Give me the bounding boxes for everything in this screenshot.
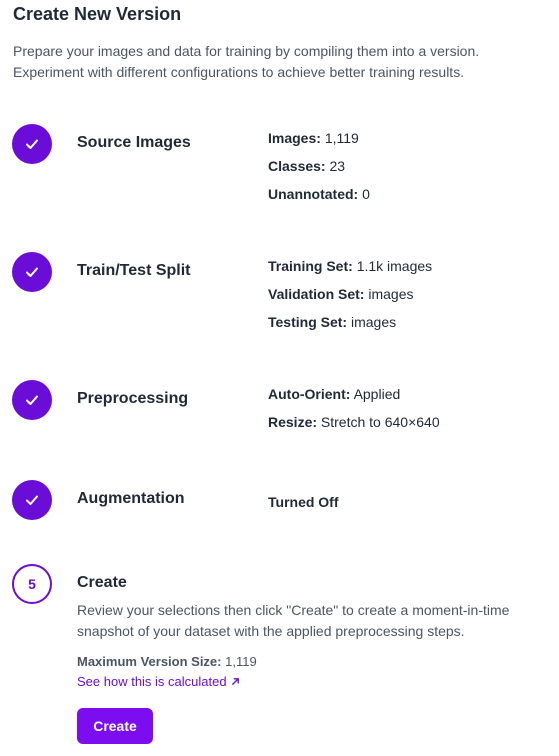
step-title: Create	[77, 574, 127, 591]
step-details: Training Set: 1.1k images Validation Set…	[268, 257, 432, 341]
step-details: Auto-Orient: Applied Resize: Stretch to …	[268, 385, 440, 441]
check-icon	[26, 267, 38, 277]
detail-key: Testing Set:	[268, 314, 348, 330]
detail-row: Classes: 23	[268, 157, 370, 185]
detail-key: Training Set:	[268, 258, 353, 274]
check-icon	[26, 395, 38, 405]
detail-value: Applied	[353, 386, 401, 402]
step-title: Train/Test Split	[77, 262, 191, 279]
step-complete-badge	[12, 380, 52, 420]
step-complete-badge	[12, 480, 52, 520]
create-button[interactable]: Create	[77, 708, 153, 744]
step-complete-badge	[12, 252, 52, 292]
see-how-calculated-link[interactable]: See how this is calculated	[77, 674, 241, 689]
detail-row: Resize: Stretch to 640×640	[268, 413, 440, 441]
step-number-badge: 5	[12, 564, 52, 604]
page-description: Prepare your images and data for trainin…	[13, 43, 480, 80]
detail-value: 23	[329, 158, 346, 174]
link-label: See how this is calculated	[77, 674, 227, 689]
detail-key: Validation Set:	[268, 286, 365, 302]
detail-row: Testing Set: images	[268, 313, 432, 341]
step-details: Images: 1,119 Classes: 23 Unannotated: 0	[268, 129, 370, 213]
detail-row: Training Set: 1.1k images	[268, 257, 432, 285]
step-title: Augmentation	[77, 490, 185, 507]
step-details: Turned Off	[268, 493, 339, 521]
external-arrow-icon	[232, 678, 240, 685]
detail-value: 1.1k images	[356, 258, 433, 274]
detail-row: Unannotated: 0	[268, 185, 370, 213]
detail-value: Stretch to 640×640	[320, 414, 440, 430]
max-size-value: 1,119	[225, 654, 257, 669]
step-complete-badge	[12, 124, 52, 164]
detail-row: Validation Set: images	[268, 285, 432, 313]
step-number: 5	[28, 576, 36, 592]
page-title: Create New Version	[13, 4, 182, 24]
detail-row: Images: 1,119	[268, 129, 370, 157]
detail-key: Resize:	[268, 414, 318, 430]
step-title: Source Images	[77, 134, 191, 151]
detail-value: images	[350, 314, 397, 330]
augmentation-status: Turned Off	[268, 494, 339, 510]
detail-key: Auto-Orient:	[268, 386, 351, 402]
detail-key: Classes:	[268, 158, 326, 174]
max-version-size: Maximum Version Size: 1,119	[77, 654, 257, 669]
create-description: Review your selections then click "Creat…	[77, 602, 510, 639]
max-size-label: Maximum Version Size:	[77, 654, 222, 669]
detail-key: Unannotated:	[268, 186, 359, 202]
detail-key: Images:	[268, 130, 321, 146]
step-title: Preprocessing	[77, 390, 189, 407]
detail-value: images	[368, 286, 414, 302]
detail-row: Auto-Orient: Applied	[268, 385, 440, 413]
check-icon	[26, 139, 38, 149]
detail-value: 0	[362, 186, 370, 202]
check-icon	[26, 495, 38, 505]
detail-value: 1,119	[324, 130, 359, 146]
